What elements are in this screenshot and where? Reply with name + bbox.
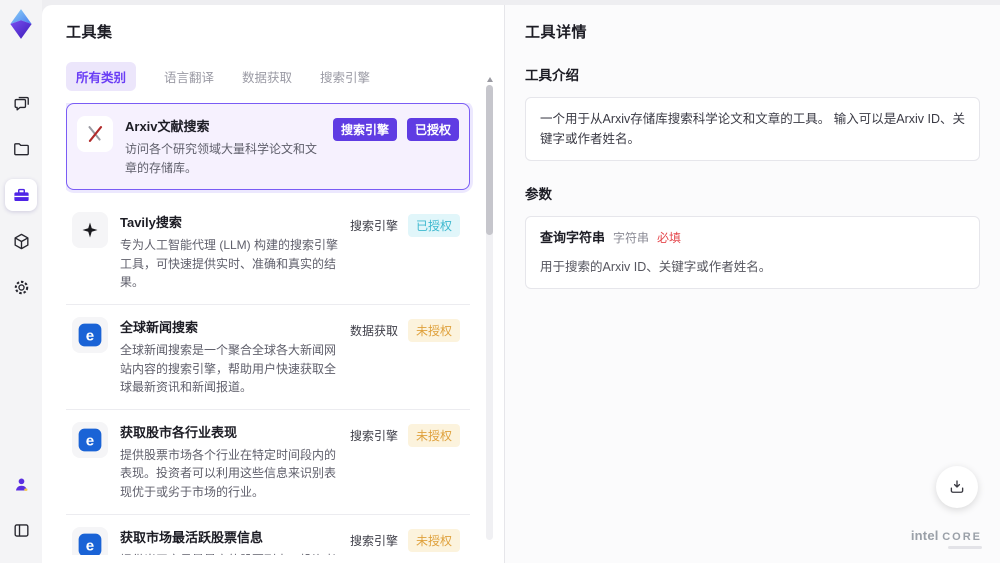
category-badge: 搜索引擎 <box>332 118 397 141</box>
tool-card[interactable]: Tavily搜索 专为人工智能代理 (LLM) 构建的搜索引擎工具，可快速提供实… <box>66 200 470 305</box>
scrollbar-thumb[interactable] <box>486 85 493 235</box>
auth-badge: 未授权 <box>407 528 460 552</box>
category-tab[interactable]: 所有类别 <box>66 62 137 91</box>
settings-gear-icon[interactable] <box>5 271 37 303</box>
user-avatar-icon[interactable] <box>5 468 37 500</box>
auth-badge: 已授权 <box>406 118 459 141</box>
param-required-flag: 必填 <box>657 231 682 245</box>
category-badge: 搜索引擎 <box>349 219 398 234</box>
tool-list: Arxiv文献搜索 访问各个研究领域大量科学论文和文章的存储库。 搜索引擎 已授… <box>66 103 504 555</box>
chat-icon[interactable] <box>5 87 37 119</box>
tool-name: 获取市场最活跃股票信息 <box>120 529 264 545</box>
download-button[interactable] <box>936 466 978 508</box>
brand-core: CORE <box>942 531 982 543</box>
tool-description: 专为人工智能代理 (LLM) 构建的搜索引擎工具，可快速提供实时、准确和真实的结… <box>120 238 339 290</box>
brand-intel: intel <box>910 528 939 543</box>
param-description: 用于搜索的Arxiv ID、关键字或作者姓名。 <box>540 259 772 274</box>
tool-name: Tavily搜索 <box>120 215 182 231</box>
detail-title: 工具详情 <box>525 24 588 41</box>
category-badge: 搜索引擎 <box>349 428 398 443</box>
svg-text:e: e <box>86 327 94 344</box>
sparkle-icon <box>72 212 108 249</box>
arxiv-icon <box>77 116 113 152</box>
app-window: 工具集 所有类别 语言翻译 数据获取 搜索引擎 Arxiv文献搜索 访问各个研究领域大… <box>0 0 1000 563</box>
left-rail <box>0 0 42 563</box>
tool-description: 全球新闻搜索是一个聚合全球各大新闻网站内容的搜索引擎，帮助用户快速获取全球最新资… <box>120 342 337 395</box>
scrollbar-track[interactable] <box>486 85 493 540</box>
category-tabs: 所有类别 语言翻译 数据获取 搜索引擎 <box>66 62 504 91</box>
blueapp-icon: e <box>72 526 108 555</box>
tool-description: 访问各个研究领域大量科学论文和文章的存储库。 <box>125 142 318 175</box>
collapse-panel-icon[interactable] <box>5 514 37 546</box>
svg-text:e: e <box>86 432 94 449</box>
tool-description: 提供股票市场各个行业在特定时间段内的表现。投资者可以利用这些信息来识别表现优于或… <box>120 447 337 499</box>
tool-name: 获取股市各行业表现 <box>120 424 238 440</box>
tool-name: 全球新闻搜索 <box>120 319 199 335</box>
svg-text:e: e <box>86 537 94 554</box>
intel-core-logo: intel CORE <box>911 528 982 549</box>
params-section-title: 参数 <box>525 187 552 202</box>
scrollbar[interactable] <box>486 77 493 545</box>
tool-intro-box: 一个用于从Arxiv存储库搜索科学论文和文章的工具。 输入可以是Arxiv ID… <box>525 97 980 161</box>
tool-card[interactable]: Arxiv文献搜索 访问各个研究领域大量科学论文和文章的存储库。 搜索引擎 已授… <box>66 103 470 191</box>
brand-underline <box>948 546 982 549</box>
category-tab[interactable]: 语言翻译 <box>164 62 214 91</box>
intro-section-title: 工具介绍 <box>525 68 579 83</box>
toolbox-icon[interactable] <box>5 179 37 211</box>
param-box: 查询字符串 字符串 必填 用于搜索的Arxiv ID、关键字或作者姓名。 <box>525 216 980 289</box>
param-type: 字符串 <box>613 231 650 245</box>
scroll-up-arrow[interactable] <box>486 77 493 82</box>
tool-card[interactable]: e 获取股市各行业表现 提供股票市场各个行业在特定时间段内的表现。投资者可以利用… <box>66 409 470 515</box>
tool-detail-panel: 工具详情 工具介绍 一个用于从Arxiv存储库搜索科学论文和文章的工具。 输入可… <box>505 5 1000 563</box>
tool-list-panel: 工具集 所有类别 语言翻译 数据获取 搜索引擎 Arxiv文献搜索 访问各个研究领域大… <box>42 5 505 563</box>
page-title: 工具集 <box>66 24 113 41</box>
blueapp-icon: e <box>72 316 108 353</box>
param-name: 查询字符串 <box>540 230 606 245</box>
app-logo-icon <box>6 8 36 40</box>
tool-card[interactable]: e 全球新闻搜索 全球新闻搜索是一个聚合全球各大新闻网站内容的搜索引擎，帮助用户… <box>66 304 470 410</box>
folder-icon[interactable] <box>5 133 37 165</box>
category-tab[interactable]: 搜索引擎 <box>320 62 370 91</box>
auth-badge: 未授权 <box>407 423 460 447</box>
category-badge: 搜索引擎 <box>349 533 398 548</box>
category-badge: 数据获取 <box>349 323 398 338</box>
auth-badge: 未授权 <box>407 318 460 342</box>
auth-badge: 已授权 <box>407 214 460 238</box>
tool-name: Arxiv文献搜索 <box>125 119 210 134</box>
blueapp-icon: e <box>72 421 108 458</box>
category-tab[interactable]: 数据获取 <box>242 62 292 91</box>
cube-icon[interactable] <box>5 225 37 257</box>
tool-card[interactable]: e 获取市场最活跃股票信息 提供当天交易量最高的股票列表，投资者可以利用这些信息… <box>66 514 470 555</box>
tool-description: 提供当天交易量最高的股票列表，投资者可以利用这些信息来识别流动性强的股票和潜在的… <box>120 551 342 555</box>
